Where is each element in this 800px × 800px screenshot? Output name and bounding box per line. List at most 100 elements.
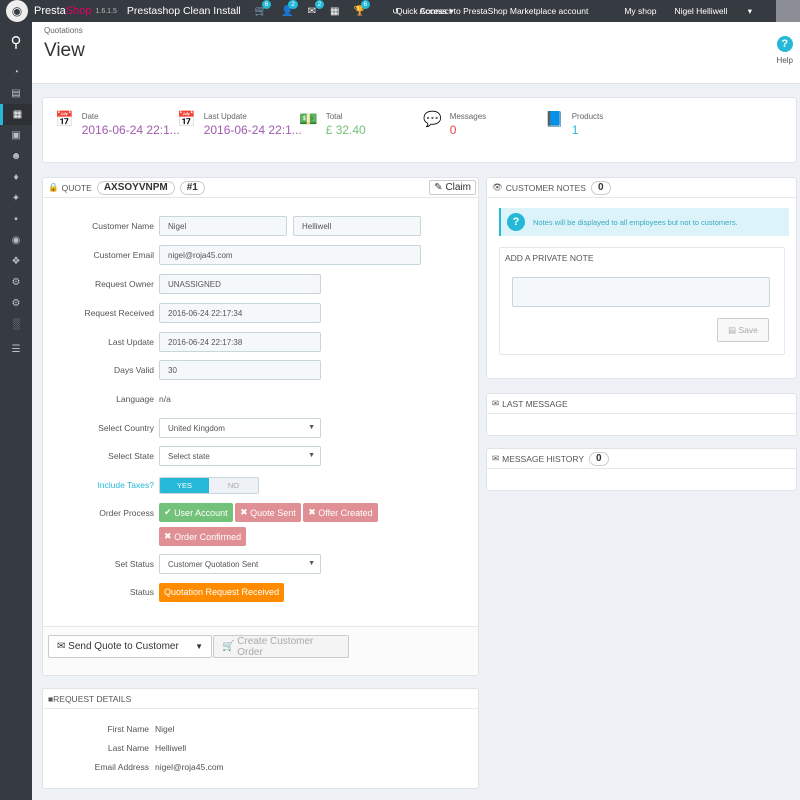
avatar[interactable] [776, 0, 800, 22]
envelope-icon: ✉ [492, 453, 500, 463]
notes-info-alert: ? Notes will be displayed to all employe… [499, 208, 789, 236]
message-history-panel: ✉ MESSAGE HISTORY 0 [486, 448, 797, 491]
customer-email-row: Customer Email nigel@roja45.com [43, 245, 473, 265]
caret-down-icon: ▼ [308, 560, 315, 567]
quote-panel-header: 🔒 QUOTE AXSOYVNPM #1 [43, 178, 478, 198]
truck-icon[interactable]: ▪ [0, 209, 32, 230]
topbar-right: ↺ Connect to PrestaShop Marketplace acco… [392, 0, 800, 22]
quote-number: #1 [179, 180, 205, 195]
save-note-button[interactable]: ▤ Save [717, 318, 769, 342]
gear-icon[interactable]: ⚙ [0, 293, 32, 314]
cross-icon: ✖ [164, 531, 172, 541]
kpi-date: 📅 Date 2016-06-24 22:1... [55, 111, 180, 137]
search-icon[interactable]: ⚲ [0, 22, 32, 62]
last-name-input[interactable]: Helliwell [293, 216, 421, 236]
envelope-icon: ✉ [57, 641, 66, 652]
set-status-select[interactable]: Customer Quotation Sent ▼ [159, 554, 321, 574]
last-message-header: ✉ LAST MESSAGE [487, 394, 796, 414]
private-note-heading: ADD A PRIVATE NOTE [505, 253, 594, 263]
brand-name[interactable]: PrestaShop [34, 5, 92, 17]
calendar-icon: 📅 [177, 111, 196, 128]
customer-notes-panel: 👁 CUSTOMER NOTES 0 ? Notes will be displ… [486, 177, 797, 379]
first-name-input[interactable]: Nigel [159, 216, 287, 236]
request-details-panel: ■ REQUEST DETAILS First Name Nigel Last Na… [42, 688, 479, 789]
claim-button[interactable]: ✎ Claim [429, 180, 476, 195]
puzzle-icon[interactable]: ✦ [0, 188, 32, 209]
trophy-icon[interactable]: 🏆 6 [354, 0, 371, 17]
request-owner-field: UNASSIGNED [159, 274, 321, 294]
calculator-icon[interactable]: ▦ [330, 6, 339, 17]
quote-panel: 🔒 QUOTE AXSOYVNPM #1 ✎ Claim Customer Na… [42, 177, 479, 676]
cross-icon: ✖ [240, 507, 248, 517]
kpi-products: 📘 Products 1 [545, 111, 604, 137]
tag-icon[interactable]: ♦ [0, 167, 32, 188]
send-quote-button[interactable]: ✉ Send Quote to Customer ▼ [48, 635, 212, 658]
quote-reference: AXSOYVNPM [96, 180, 175, 195]
order-process-row: Order Process ✔ User Account ✖ Quote Sen… [43, 503, 473, 546]
question-icon: ? [507, 213, 525, 231]
request-owner-row: Request Owner UNASSIGNED [43, 274, 473, 294]
save-icon: ▤ [728, 324, 737, 335]
country-select[interactable]: United Kingdom ▼ [159, 418, 321, 438]
breadcrumb[interactable]: Quotations [44, 26, 83, 35]
shop-name[interactable]: Prestashop Clean Install [127, 5, 241, 17]
user-menu[interactable]: Nigel Helliwell ▾ [674, 6, 770, 17]
include-taxes-toggle[interactable]: YES NO [159, 476, 259, 494]
quote-sent-step[interactable]: ✖ Quote Sent [235, 503, 301, 522]
create-order-button[interactable]: 🛒 Create Customer Order [213, 635, 349, 658]
wrench-icon[interactable]: ❖ [0, 251, 32, 272]
last-message-panel: ✉ LAST MESSAGE [486, 393, 797, 436]
quotations-calculator-icon[interactable]: ▦ [0, 104, 32, 125]
sidebar: ⚲ ◔ ▤ ▦ ▣ ☻ ♦ ✦ ▪ ◉ ❖ ⚙ ⚙ ░ ☰ [0, 22, 32, 800]
request-received-row: Request Received 2016-06-24 22:17:34 [43, 303, 473, 323]
customer-name-row: Customer Name Nigel Helliwell [43, 216, 473, 236]
taxes-no-option[interactable]: NO [209, 477, 258, 493]
orders-icon[interactable]: ▤ [0, 83, 32, 104]
days-valid-input[interactable]: 30 [159, 360, 321, 380]
last-update-row: Last Update 2016-06-24 22:17:38 [43, 332, 473, 352]
order-process-steps: ✔ User Account ✖ Quote Sent ✖ Offer Crea… [159, 503, 404, 546]
prestashop-logo-icon[interactable]: ◉ [6, 0, 28, 22]
orders-cart-icon[interactable]: 🛒 6 [255, 0, 272, 17]
globe-icon[interactable]: ◉ [0, 230, 32, 251]
user-account-step[interactable]: ✔ User Account [159, 503, 233, 522]
my-shop-link[interactable]: My shop [624, 6, 656, 16]
offer-created-step[interactable]: ✖ Offer Created [303, 503, 378, 522]
order-confirmed-step[interactable]: ✖ Order Confirmed [159, 527, 247, 546]
customer-notes-header: 👁 CUSTOMER NOTES 0 [487, 178, 796, 198]
notes-count: 0 [590, 180, 611, 195]
menu-toggle-icon[interactable]: ☰ [0, 339, 32, 360]
country-row: Select Country United Kingdom ▼ [43, 418, 473, 438]
customer-email-input[interactable]: nigel@roja45.com [159, 245, 421, 265]
cogs-icon[interactable]: ⚙ [0, 272, 32, 293]
lock-icon: 🔒 [48, 182, 59, 192]
messages-envelope-icon[interactable]: ✉ 2 [308, 0, 325, 17]
taxes-yes-option[interactable]: YES [160, 477, 209, 493]
private-note-textarea[interactable] [512, 277, 770, 307]
request-received-field: 2016-06-24 22:17:34 [159, 303, 321, 323]
message-history-header: ✉ MESSAGE HISTORY 0 [487, 449, 796, 469]
dashboard-icon[interactable]: ◔ [0, 62, 32, 83]
customers-group-icon[interactable]: ☻ [0, 146, 32, 167]
state-select[interactable]: Select state ▼ [159, 446, 321, 466]
edit-icon: ✎ [434, 182, 443, 193]
stats-icon[interactable]: ░ [0, 314, 32, 335]
orders-badge: 6 [261, 0, 272, 9]
set-status-row: Set Status Customer Quotation Sent ▼ [43, 554, 473, 574]
detail-first-name: First Name Nigel [107, 724, 175, 734]
caret-down-icon[interactable]: ▼ [195, 642, 203, 651]
cart-icon: 🛒 [222, 641, 235, 652]
customers-user-icon[interactable]: 👤 2 [281, 0, 298, 17]
private-note-box: ADD A PRIVATE NOTE ▤ Save [499, 247, 785, 355]
caret-down-icon: ▼ [308, 424, 315, 431]
marketplace-link[interactable]: ↺ Connect to PrestaShop Marketplace acco… [392, 6, 606, 17]
trophy-badge: 6 [360, 0, 371, 9]
messages-badge: 2 [314, 0, 325, 9]
book-icon: 📘 [545, 111, 564, 128]
money-icon: 💵 [299, 111, 318, 128]
include-taxes-row: Include Taxes? YES NO [43, 475, 473, 495]
version: 1.6.1.5 [95, 7, 117, 15]
kpi-messages: 💬 Messages 0 [423, 111, 487, 137]
help-button[interactable]: ? Help [777, 36, 793, 65]
credit-card-icon[interactable]: ▣ [0, 125, 32, 146]
